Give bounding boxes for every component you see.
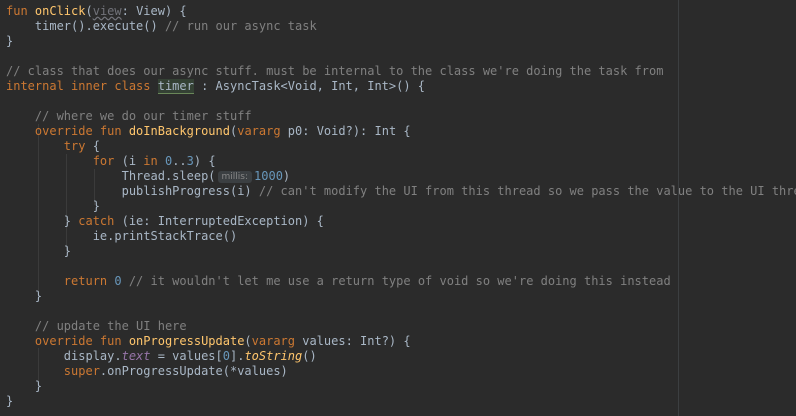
code-text: = values[ xyxy=(150,349,223,363)
code-line-3[interactable]: } xyxy=(6,34,13,49)
code-text: ) xyxy=(282,169,291,183)
code-text: () xyxy=(302,349,317,363)
keyword: super xyxy=(6,364,100,378)
number-literal: 3 xyxy=(186,154,194,168)
code-line-26[interactable]: } xyxy=(6,379,42,394)
code-line-12[interactable]: Thread.sleep(millis: 1000) xyxy=(6,169,290,184)
comment: // where we do our timer stuff xyxy=(6,109,252,123)
code-line-11[interactable]: for (i in 0..3) { xyxy=(6,154,216,169)
function-name: doInBackground xyxy=(128,124,230,138)
code-line-8[interactable]: // where we do our timer stuff xyxy=(6,109,252,124)
number-literal: 0 xyxy=(114,274,122,288)
comment: // update the UI here xyxy=(6,319,187,333)
code-text: .onProgressUpdate(*values) xyxy=(99,364,288,378)
extension-function: toString xyxy=(244,349,303,363)
comment: // run our async task xyxy=(164,19,317,33)
code-editor[interactable]: fun onClick(view: View) { timer().execut… xyxy=(0,0,796,416)
code-line-2[interactable]: timer().execute() // run our async task xyxy=(6,19,317,34)
code-text: (i xyxy=(121,154,144,168)
unused-parameter: view xyxy=(92,4,122,18)
code-line-1[interactable]: fun onClick(view: View) { xyxy=(6,4,187,19)
code-line-6[interactable]: internal inner class timer : AsyncTask<V… xyxy=(6,79,425,94)
keyword: internal inner class xyxy=(6,79,158,93)
code-text: publishProgress(i) xyxy=(6,184,259,198)
code-text: ( xyxy=(85,4,93,18)
highlighted-identifier: timer xyxy=(157,79,194,94)
keyword: return xyxy=(6,274,115,288)
code-line-19[interactable]: return 0 // it wouldn't let me use a ret… xyxy=(6,274,671,289)
keyword: vararg xyxy=(251,334,303,348)
code-text: } xyxy=(6,199,100,213)
code-text: display. xyxy=(6,349,122,363)
number-literal: 1000 xyxy=(254,169,283,183)
code-line-16[interactable]: ie.printStackTrace() xyxy=(6,229,238,244)
parameter-hint: millis: xyxy=(217,171,253,183)
keyword: catch xyxy=(78,214,122,228)
code-text: } xyxy=(6,394,14,408)
keyword: try xyxy=(6,139,93,153)
code-text: p0: Void?): Int { xyxy=(287,124,411,138)
code-line-14[interactable]: } xyxy=(6,199,100,214)
code-text: ) { xyxy=(193,154,216,168)
function-name: onClick xyxy=(34,4,86,18)
code-line-20[interactable]: } xyxy=(6,289,42,304)
code-text: .. xyxy=(172,154,187,168)
code-text: } xyxy=(6,289,43,303)
code-line-24[interactable]: display.text = values[0].toString() xyxy=(6,349,317,364)
code-text: ( xyxy=(244,334,252,348)
code-line-25[interactable]: super.onProgressUpdate(*values) xyxy=(6,364,288,379)
code-text: } xyxy=(6,244,72,258)
code-text: } xyxy=(6,214,79,228)
code-text: : AsyncTask<Void, Int, Int>() { xyxy=(193,79,426,93)
comment: // can't modify the UI from this thread … xyxy=(258,184,796,198)
code-line-13[interactable]: publishProgress(i) // can't modify the U… xyxy=(6,184,796,199)
code-text: : View) { xyxy=(121,4,187,18)
code-text: } xyxy=(6,379,43,393)
code-text: (ie: InterruptedException) { xyxy=(121,214,324,228)
property-reference: text xyxy=(121,349,151,363)
function-name: onProgressUpdate xyxy=(128,334,245,348)
number-literal: 0 xyxy=(222,349,230,363)
keyword: override fun xyxy=(6,124,129,138)
code-line-10[interactable]: try { xyxy=(6,139,100,154)
code-text: timer().execute() xyxy=(6,19,165,33)
code-line-22[interactable]: // update the UI here xyxy=(6,319,187,334)
code-text: } xyxy=(6,34,14,48)
comment: // it wouldn't let me use a return type … xyxy=(121,274,671,288)
code-text: Thread.sleep( xyxy=(6,169,216,183)
code-text: values: Int?) { xyxy=(302,334,411,348)
comment: // class that does our async stuff. must… xyxy=(6,64,664,78)
keyword: fun xyxy=(6,4,35,18)
right-margin-guide xyxy=(678,0,679,416)
code-text: ]. xyxy=(229,349,245,363)
code-line-9[interactable]: override fun doInBackground(vararg p0: V… xyxy=(6,124,411,139)
keyword: override fun xyxy=(6,334,129,348)
code-line-5[interactable]: // class that does our async stuff. must… xyxy=(6,64,663,79)
keyword: for xyxy=(6,154,122,168)
code-line-27[interactable]: } xyxy=(6,394,13,409)
code-line-23[interactable]: override fun onProgressUpdate(vararg val… xyxy=(6,334,411,349)
keyword: in xyxy=(143,154,165,168)
code-line-15[interactable]: } catch (ie: InterruptedException) { xyxy=(6,214,324,229)
keyword: vararg xyxy=(237,124,288,138)
code-line-17[interactable]: } xyxy=(6,244,71,259)
code-text: { xyxy=(92,139,100,153)
code-text: ie.printStackTrace() xyxy=(6,229,238,243)
